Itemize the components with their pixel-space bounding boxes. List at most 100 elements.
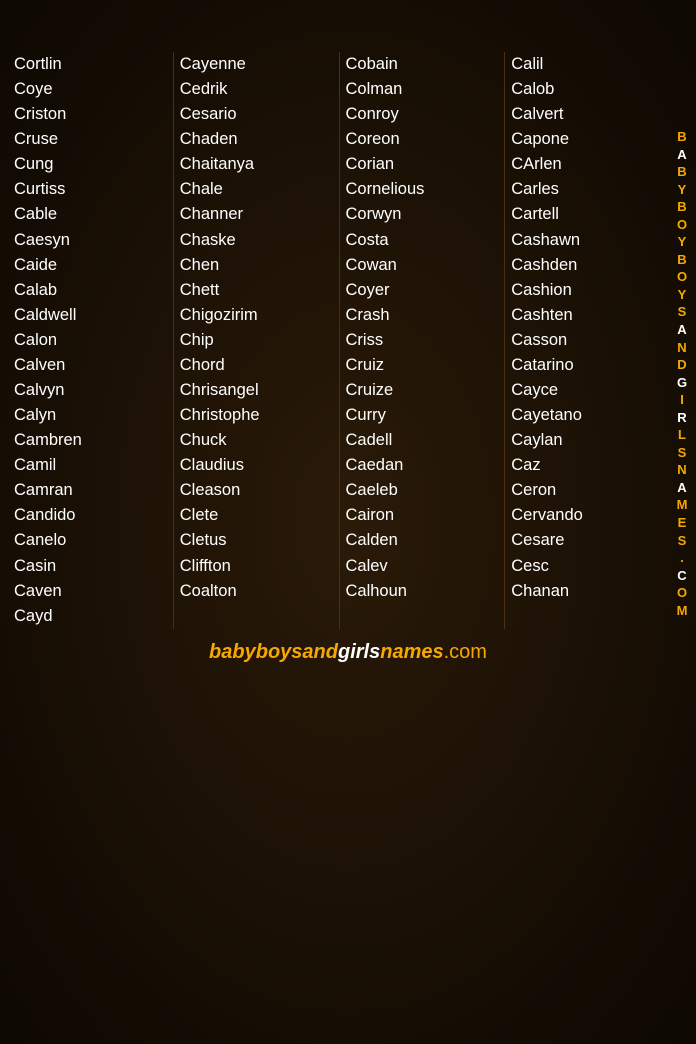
name-item: Cable (14, 202, 167, 227)
name-item: Calev (346, 554, 499, 579)
sidebar-letter: A (677, 479, 686, 497)
name-item: Caeleb (346, 478, 499, 503)
sidebar-letter: A (677, 146, 686, 164)
sidebar-letter: B (677, 128, 686, 146)
name-item: Cobain (346, 52, 499, 77)
name-item: Curry (346, 403, 499, 428)
name-item: Cedrik (180, 77, 333, 102)
footer-domain: .com (444, 641, 487, 663)
name-item: Chuck (180, 428, 333, 453)
name-item: Calab (14, 278, 167, 303)
name-item: Cruize (346, 378, 499, 403)
name-item: Clete (180, 503, 333, 528)
name-item: Chanan (511, 579, 664, 604)
name-item: Caldwell (14, 303, 167, 328)
name-item: Coye (14, 77, 167, 102)
name-item: Caesyn (14, 228, 167, 253)
name-item: Cayetano (511, 403, 664, 428)
sidebar-letter: L (678, 426, 686, 444)
footer-baby: baby (209, 641, 256, 663)
name-item: Cashden (511, 253, 664, 278)
name-item: Cesare (511, 528, 664, 553)
name-item: Calyn (14, 403, 167, 428)
name-item: Casson (511, 328, 664, 353)
column-3: CobainColmanConroyCoreonCorianCornelious… (340, 52, 506, 629)
name-item: Canelo (14, 528, 167, 553)
sidebar-letter: O (677, 216, 687, 234)
sidebar-letter: S (678, 444, 687, 462)
sidebar-text: BABYBOYBOYSANDGIRLSNAMES.COM (668, 128, 696, 619)
name-item: Cadell (346, 428, 499, 453)
name-item: Chale (180, 177, 333, 202)
sidebar-letter: S (678, 532, 687, 550)
name-item: Chord (180, 353, 333, 378)
name-item: Costa (346, 228, 499, 253)
name-item: CArlen (511, 152, 664, 177)
name-item: Coyer (346, 278, 499, 303)
name-item: Caylan (511, 428, 664, 453)
name-item: Cambren (14, 428, 167, 453)
name-item: Calhoun (346, 579, 499, 604)
sidebar-letter: S (678, 303, 687, 321)
name-item: Cartell (511, 202, 664, 227)
sidebar-letter: O (677, 584, 687, 602)
sidebar-letter: Y (678, 181, 687, 199)
name-item: Corwyn (346, 202, 499, 227)
name-item: Criss (346, 328, 499, 353)
name-item: Cliffton (180, 554, 333, 579)
name-item: Caedan (346, 453, 499, 478)
sidebar-letter: C (677, 567, 686, 585)
name-item: Cayce (511, 378, 664, 403)
page-container: CortlinCoyeCristonCruseCungCurtissCableC… (0, 0, 696, 1044)
page-header (0, 10, 696, 48)
name-item: Calden (346, 528, 499, 553)
names-grid: CortlinCoyeCristonCruseCungCurtissCableC… (0, 48, 696, 633)
name-item: Chrisangel (180, 378, 333, 403)
name-item: Cesario (180, 102, 333, 127)
name-item: Curtiss (14, 177, 167, 202)
name-item: Cowan (346, 253, 499, 278)
name-item: Camil (14, 453, 167, 478)
sidebar-letter: M (677, 496, 688, 514)
name-item: Cashawn (511, 228, 664, 253)
name-item: Christophe (180, 403, 333, 428)
footer-boys: boys (256, 641, 303, 663)
name-item: Cletus (180, 528, 333, 553)
name-item: Criston (14, 102, 167, 127)
name-item: Channer (180, 202, 333, 227)
sidebar-letter: B (677, 198, 686, 216)
sidebar-letter: . (680, 549, 684, 567)
name-item: Chen (180, 253, 333, 278)
name-item: Calob (511, 77, 664, 102)
sidebar-letter: O (677, 268, 687, 286)
name-item: Capone (511, 127, 664, 152)
name-item: Cruiz (346, 353, 499, 378)
footer-text: babyboysandgirlsnames.com (209, 641, 487, 663)
name-item: Chaitanya (180, 152, 333, 177)
name-item: Cashion (511, 278, 664, 303)
footer-girls: girls (338, 641, 380, 663)
sidebar-letter: Y (678, 286, 687, 304)
sidebar-letter: A (677, 321, 686, 339)
name-item: Calvyn (14, 378, 167, 403)
name-item: Calven (14, 353, 167, 378)
sidebar-letter: I (680, 391, 684, 409)
sidebar-letter: M (677, 602, 688, 620)
name-item: Cung (14, 152, 167, 177)
name-item: Ceron (511, 478, 664, 503)
name-item: Cervando (511, 503, 664, 528)
sidebar-letter: D (677, 356, 686, 374)
column-1: CortlinCoyeCristonCruseCungCurtissCableC… (4, 52, 174, 629)
name-item: Cairon (346, 503, 499, 528)
name-item: Cortlin (14, 52, 167, 77)
column-4: CalilCalobCalvertCaponeCArlenCarlesCarte… (505, 52, 692, 629)
sidebar-letter: G (677, 374, 687, 392)
sidebar-letter: E (678, 514, 687, 532)
name-item: Conroy (346, 102, 499, 127)
sidebar-letter: B (677, 251, 686, 269)
footer-names: names (380, 641, 443, 663)
name-item: Corian (346, 152, 499, 177)
name-item: Camran (14, 478, 167, 503)
name-item: Chaden (180, 127, 333, 152)
sidebar-letter: B (677, 163, 686, 181)
